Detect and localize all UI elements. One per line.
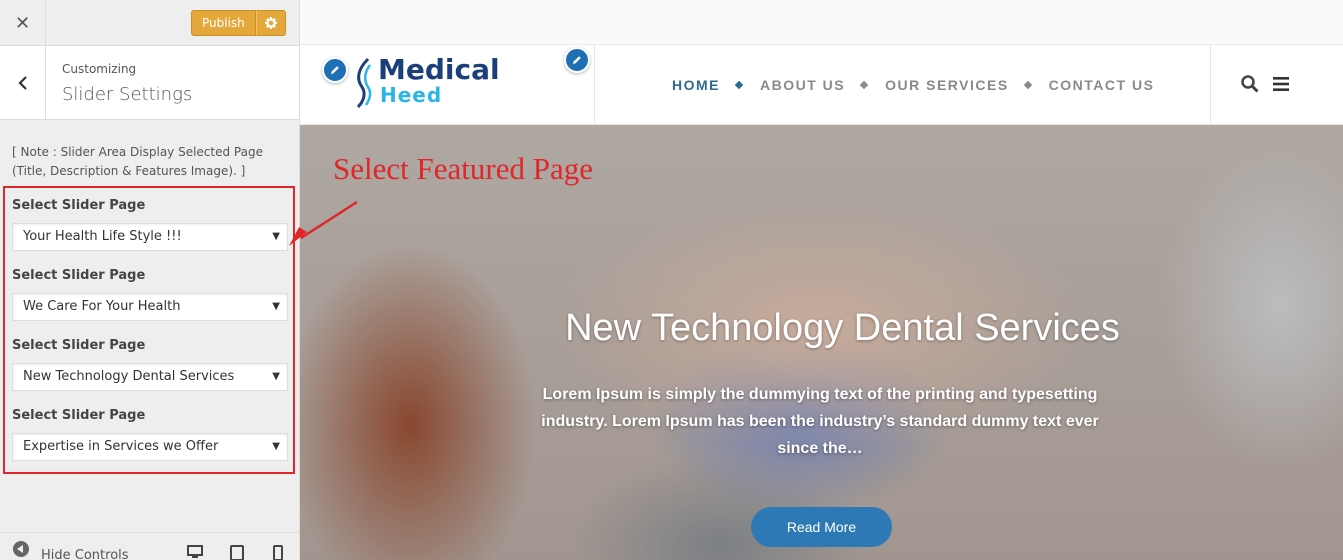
header-tools <box>1210 45 1343 125</box>
preview-top-strip <box>300 0 1343 45</box>
annotation-arrow-icon <box>289 200 358 246</box>
customizer-footer: Hide Controls <box>0 532 299 560</box>
logo-text-medical: Medical <box>378 53 500 86</box>
tablet-preview-icon[interactable] <box>230 545 244 560</box>
nav-separator-icon <box>1023 80 1032 90</box>
chevron-down-icon: ▼ <box>272 441 280 452</box>
site-preview: Medical Heed HOME ABOUT US OUR SERVICES … <box>300 0 1343 560</box>
slider-page-label-3: Select Slider Page <box>12 338 146 353</box>
slider-note: [ Note : Slider Area Display Selected Pa… <box>12 145 263 178</box>
slider-page-select-2[interactable]: We Care For Your Health ▼ <box>12 293 288 321</box>
site-header: Medical Heed HOME ABOUT US OUR SERVICES … <box>300 45 1343 125</box>
nav-item-contact-us[interactable]: CONTACT US <box>1049 77 1155 93</box>
read-more-button[interactable]: Read More <box>751 507 892 547</box>
customizer-header: ✕ Publish <box>0 0 299 46</box>
chevron-down-icon: ▼ <box>272 371 280 382</box>
slider-page-label-2: Select Slider Page <box>12 268 146 283</box>
customizer-sidebar: ✕ Publish Customizing Slider Settings [… <box>0 0 300 560</box>
hero-slider: New Technology Dental Services Lorem Ips… <box>300 125 1343 560</box>
slider-page-value-2: We Care For Your Health <box>23 299 181 314</box>
nav-item-about-us[interactable]: ABOUT US <box>760 77 845 93</box>
collapse-arrow-icon[interactable] <box>13 541 29 557</box>
main-nav: HOME ABOUT US OUR SERVICES CONTACT US <box>672 77 1154 93</box>
slider-page-value-3: New Technology Dental Services <box>23 369 235 384</box>
publish-group: Publish <box>191 10 286 36</box>
chevron-down-icon: ▼ <box>272 301 280 312</box>
edit-logo-pencil-icon[interactable] <box>322 57 348 83</box>
slider-page-select-1[interactable]: Your Health Life Style !!! ▼ <box>12 223 288 251</box>
hide-controls-button[interactable]: Hide Controls <box>41 548 129 560</box>
search-icon[interactable] <box>1241 75 1259 93</box>
mobile-preview-icon[interactable] <box>273 545 283 560</box>
section-title: Slider Settings <box>62 84 193 105</box>
hamburger-menu-icon[interactable] <box>1273 77 1289 91</box>
slider-page-select-4[interactable]: Expertise in Services we Offer ▼ <box>12 433 288 461</box>
back-chevron-icon[interactable] <box>0 46 46 120</box>
hero-title: New Technology Dental Services <box>565 307 1120 349</box>
site-logo[interactable]: Medical Heed <box>300 45 595 125</box>
hero-description: Lorem Ipsum is simply the dummying text … <box>541 386 1099 457</box>
publish-button[interactable]: Publish <box>191 10 256 36</box>
section-header: Customizing Slider Settings <box>0 46 299 120</box>
logo-text-heed: Heed <box>380 83 443 107</box>
annotation-label: Select Featured Page <box>333 151 593 186</box>
nav-item-our-services[interactable]: OUR SERVICES <box>885 77 1009 93</box>
slider-page-label-4: Select Slider Page <box>12 408 146 423</box>
customizing-label: Customizing <box>62 62 137 76</box>
close-icon[interactable]: ✕ <box>0 0 46 46</box>
nav-separator-icon <box>734 80 744 90</box>
nav-item-home[interactable]: HOME <box>672 77 720 93</box>
edit-menu-pencil-icon[interactable] <box>564 47 590 73</box>
slider-page-value-1: Your Health Life Style !!! <box>23 229 182 244</box>
nav-separator-icon <box>859 80 869 90</box>
slider-page-value-4: Expertise in Services we Offer <box>23 439 219 454</box>
slider-page-select-3[interactable]: New Technology Dental Services ▼ <box>12 363 288 391</box>
chevron-down-icon: ▼ <box>272 231 280 242</box>
publish-settings-gear-icon[interactable] <box>255 10 286 36</box>
slider-page-label-1: Select Slider Page <box>12 198 146 213</box>
desktop-preview-icon[interactable] <box>187 545 203 559</box>
logo-mark-icon <box>356 57 372 109</box>
